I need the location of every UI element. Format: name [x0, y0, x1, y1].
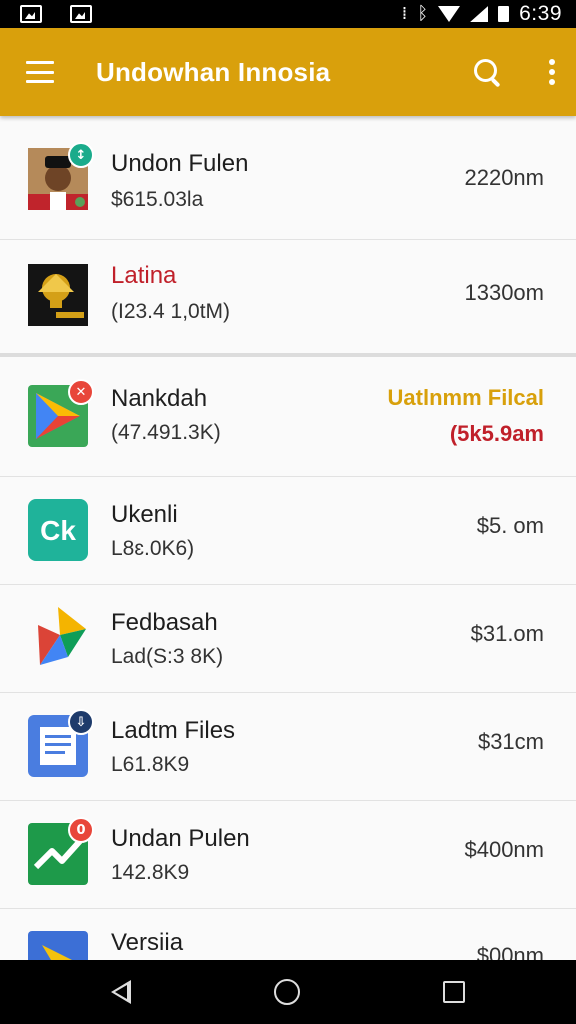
play-store-icon: ✕: [28, 379, 94, 447]
menu-icon[interactable]: [26, 61, 54, 83]
item-value: $31cm: [477, 729, 544, 754]
colored-cube-icon: [28, 605, 88, 667]
ck-app-icon: Ck: [28, 499, 88, 561]
item-value: Uatlnmm Filcal: [387, 385, 544, 410]
navigation-bar: [0, 960, 576, 1024]
badge-icon: ✕: [68, 379, 94, 405]
bluetooth-icon: ᛒ: [417, 3, 429, 24]
item-subtitle: 142.8K9: [111, 861, 190, 884]
app-list[interactable]: ↕ Undon Fulen $615.03la 2220nm Latina (I…: [0, 116, 576, 960]
status-bar: ⁞ ᛒ 6:39: [0, 0, 576, 28]
list-item[interactable]: Latina (I23.4 1,0tM) 1330om: [0, 240, 576, 357]
photo-icon: [70, 5, 92, 23]
badge-icon: ⇩: [68, 709, 94, 735]
list-item[interactable]: Versiia $00nm: [0, 909, 576, 960]
item-name: Fedbasah: [111, 609, 218, 636]
home-icon[interactable]: [273, 979, 300, 1005]
list-item[interactable]: Ck Ukenli L8ɛ.0K6) $5. om: [0, 477, 576, 585]
recents-icon[interactable]: [442, 981, 465, 1003]
list-item[interactable]: ↕ Undon Fulen $615.03la 2220nm: [0, 116, 576, 240]
green-chart-icon: 0: [28, 817, 94, 885]
item-name: Ukenli: [111, 501, 178, 528]
back-icon[interactable]: [111, 980, 132, 1004]
svg-text:Ck: Ck: [40, 515, 76, 546]
list-item[interactable]: ⇩ Ladtm Files L61.8K9 $31cm: [0, 693, 576, 801]
list-item[interactable]: ✕ Nankdah (47.491.3K) Uatlnmm Filcal (5k…: [0, 357, 576, 477]
item-subtitle: (I23.4 1,0tM): [111, 300, 231, 323]
golden-emblem-icon: [28, 264, 88, 326]
badge-icon: 0: [68, 817, 94, 843]
vibrate-icon: ⁞: [401, 3, 408, 24]
item-subtitle: L61.8K9: [111, 753, 190, 776]
item-value: $5. om: [476, 513, 544, 538]
item-name: Latina: [111, 262, 177, 289]
app-bar: Undowhan Innosia: [0, 28, 576, 116]
blue-star-icon: [28, 931, 88, 960]
item-subtitle: $615.03la: [111, 188, 204, 211]
item-name: Nankdah: [111, 385, 208, 412]
more-vert-icon[interactable]: [548, 59, 556, 85]
item-subtitle: (47.491.3K): [111, 421, 221, 444]
list-item[interactable]: 0 Undan Pulen 142.8K9 $400nm: [0, 801, 576, 909]
item-value: 2220nm: [464, 165, 544, 190]
docs-file-icon: ⇩: [28, 709, 94, 777]
list-item[interactable]: Fedbasah Lad(S:3 8K) $31.om: [0, 585, 576, 693]
search-icon[interactable]: [472, 57, 502, 87]
item-name: Undan Pulen: [111, 825, 250, 852]
item-subtitle: Lad(S:3 8K): [111, 645, 224, 668]
battery-icon: [498, 6, 510, 22]
image-icon: [20, 5, 42, 23]
item-subtitle: L8ɛ.0K6): [111, 537, 195, 560]
item-value: 1330om: [464, 280, 544, 305]
status-time: 6:39: [519, 2, 562, 25]
item-name: Versiia: [111, 929, 184, 956]
app-title: Undowhan Innosia: [96, 56, 331, 87]
item-secondary-value: (5k5.9am: [449, 421, 544, 446]
wifi-icon: [438, 6, 461, 22]
item-value: $31.om: [470, 621, 544, 646]
item-name: Undon Fulen: [111, 150, 249, 177]
item-value: $400nm: [464, 837, 544, 862]
item-value: $00nm: [476, 943, 544, 960]
signal-icon: [470, 6, 489, 22]
item-name: Ladtm Files: [111, 717, 236, 744]
badge-icon: ↕: [68, 142, 94, 168]
person-portrait-icon: ↕: [28, 142, 94, 210]
